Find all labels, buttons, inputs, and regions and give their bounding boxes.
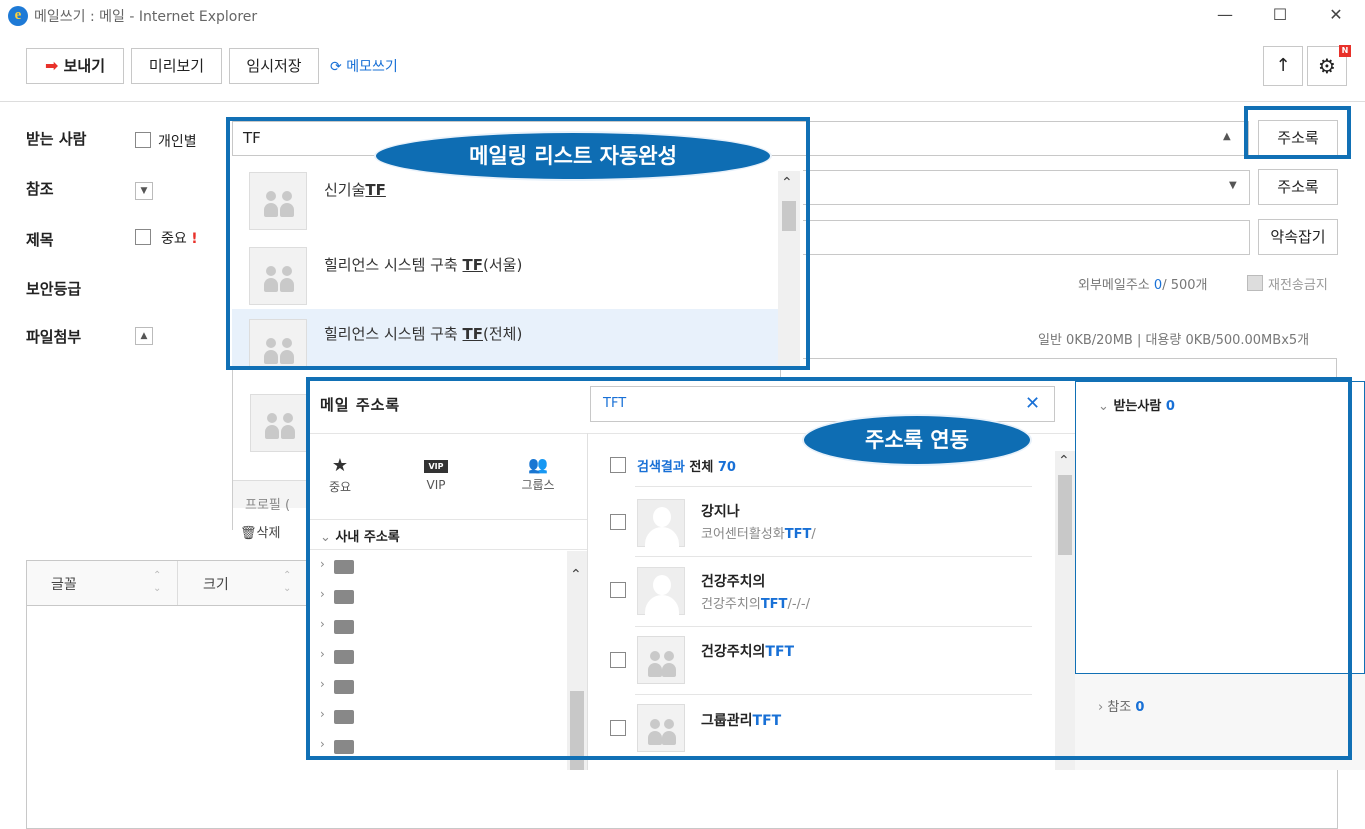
external-mail-info: 외부메일주소 0/ 500개	[1078, 278, 1208, 293]
window-titlebar: e 메일쓰기 : 메일 - Internet Explorer — ☐ ✕	[0, 0, 1365, 30]
save-draft-button[interactable]: 임시저장	[229, 48, 319, 84]
address-book-highlight-frame	[306, 377, 1352, 760]
attach-label: 파일첨부	[26, 328, 82, 346]
minimize-button[interactable]: —	[1205, 2, 1245, 28]
delete-button[interactable]: 🗑삭제	[240, 522, 280, 541]
cc-label: 참조	[26, 180, 54, 198]
individual-label: 개인별	[158, 134, 197, 150]
cc-expand-toggle[interactable]: ▼	[135, 182, 153, 200]
send-button[interactable]: ➡ 보내기	[26, 48, 124, 84]
memo-link[interactable]: ⟳ 메모쓰기	[330, 56, 398, 76]
security-label: 보안등급	[26, 280, 82, 298]
close-window-button[interactable]: ✕	[1316, 2, 1356, 28]
no-forward-label: 재전송금지	[1268, 278, 1328, 293]
font-sort-icon: ⌃ ⌄	[153, 570, 162, 594]
autocomplete-highlight-frame	[226, 117, 810, 370]
profile-text: 프로필 (	[245, 498, 291, 513]
subject-input[interactable]	[780, 220, 1250, 255]
important-checkbox[interactable]	[135, 229, 151, 245]
individual-checkbox[interactable]	[135, 132, 151, 148]
group-avatar-icon	[250, 394, 308, 452]
appointment-button[interactable]: 약속잡기	[1258, 219, 1338, 255]
trash-icon: 🗑	[240, 526, 257, 541]
font-select[interactable]: 글꼴	[51, 574, 77, 594]
new-badge: N	[1339, 45, 1351, 57]
important-mark: !	[191, 231, 198, 247]
editor-toolbar: 글꼴 ⌃ ⌄ 크기 ⌃ ⌄	[26, 560, 308, 606]
no-forward-checkbox[interactable]	[1247, 275, 1263, 291]
maximize-button[interactable]: ☐	[1260, 2, 1300, 28]
size-select[interactable]: 크기	[203, 574, 229, 594]
cc-dropdown-icon[interactable]: ▼	[1229, 180, 1237, 191]
address-book-button-highlight-frame	[1244, 106, 1351, 159]
refresh-icon: ⟳	[330, 59, 342, 75]
size-sort-icon: ⌃ ⌄	[283, 570, 292, 594]
upload-button[interactable]: ↑	[1263, 46, 1303, 86]
important-label: 중요 !	[161, 231, 198, 247]
attach-expand-toggle[interactable]: ▲	[135, 327, 153, 345]
window-title: 메일쓰기 : 메일 - Internet Explorer	[34, 9, 258, 25]
ie-logo-icon: e	[8, 6, 28, 26]
preview-button[interactable]: 미리보기	[131, 48, 222, 84]
toolbar-divider	[0, 101, 1365, 102]
gear-icon: ⚙	[1318, 54, 1336, 78]
cc-input[interactable]: ▼	[780, 170, 1250, 205]
subject-label: 제목	[26, 231, 54, 249]
to-dropdown-icon[interactable]: ▲	[1223, 131, 1231, 142]
autocomplete-overflow: 프로필 (	[232, 370, 309, 530]
to-label: 받는 사람	[26, 130, 87, 148]
attach-table-header	[780, 358, 1337, 378]
send-arrow-icon: ➡	[44, 56, 59, 75]
attach-size-info: 일반 0KB/20MB | 대용량 0KB/500.00MBx5개	[1038, 333, 1310, 348]
cc-address-book-button[interactable]: 주소록	[1258, 169, 1338, 205]
